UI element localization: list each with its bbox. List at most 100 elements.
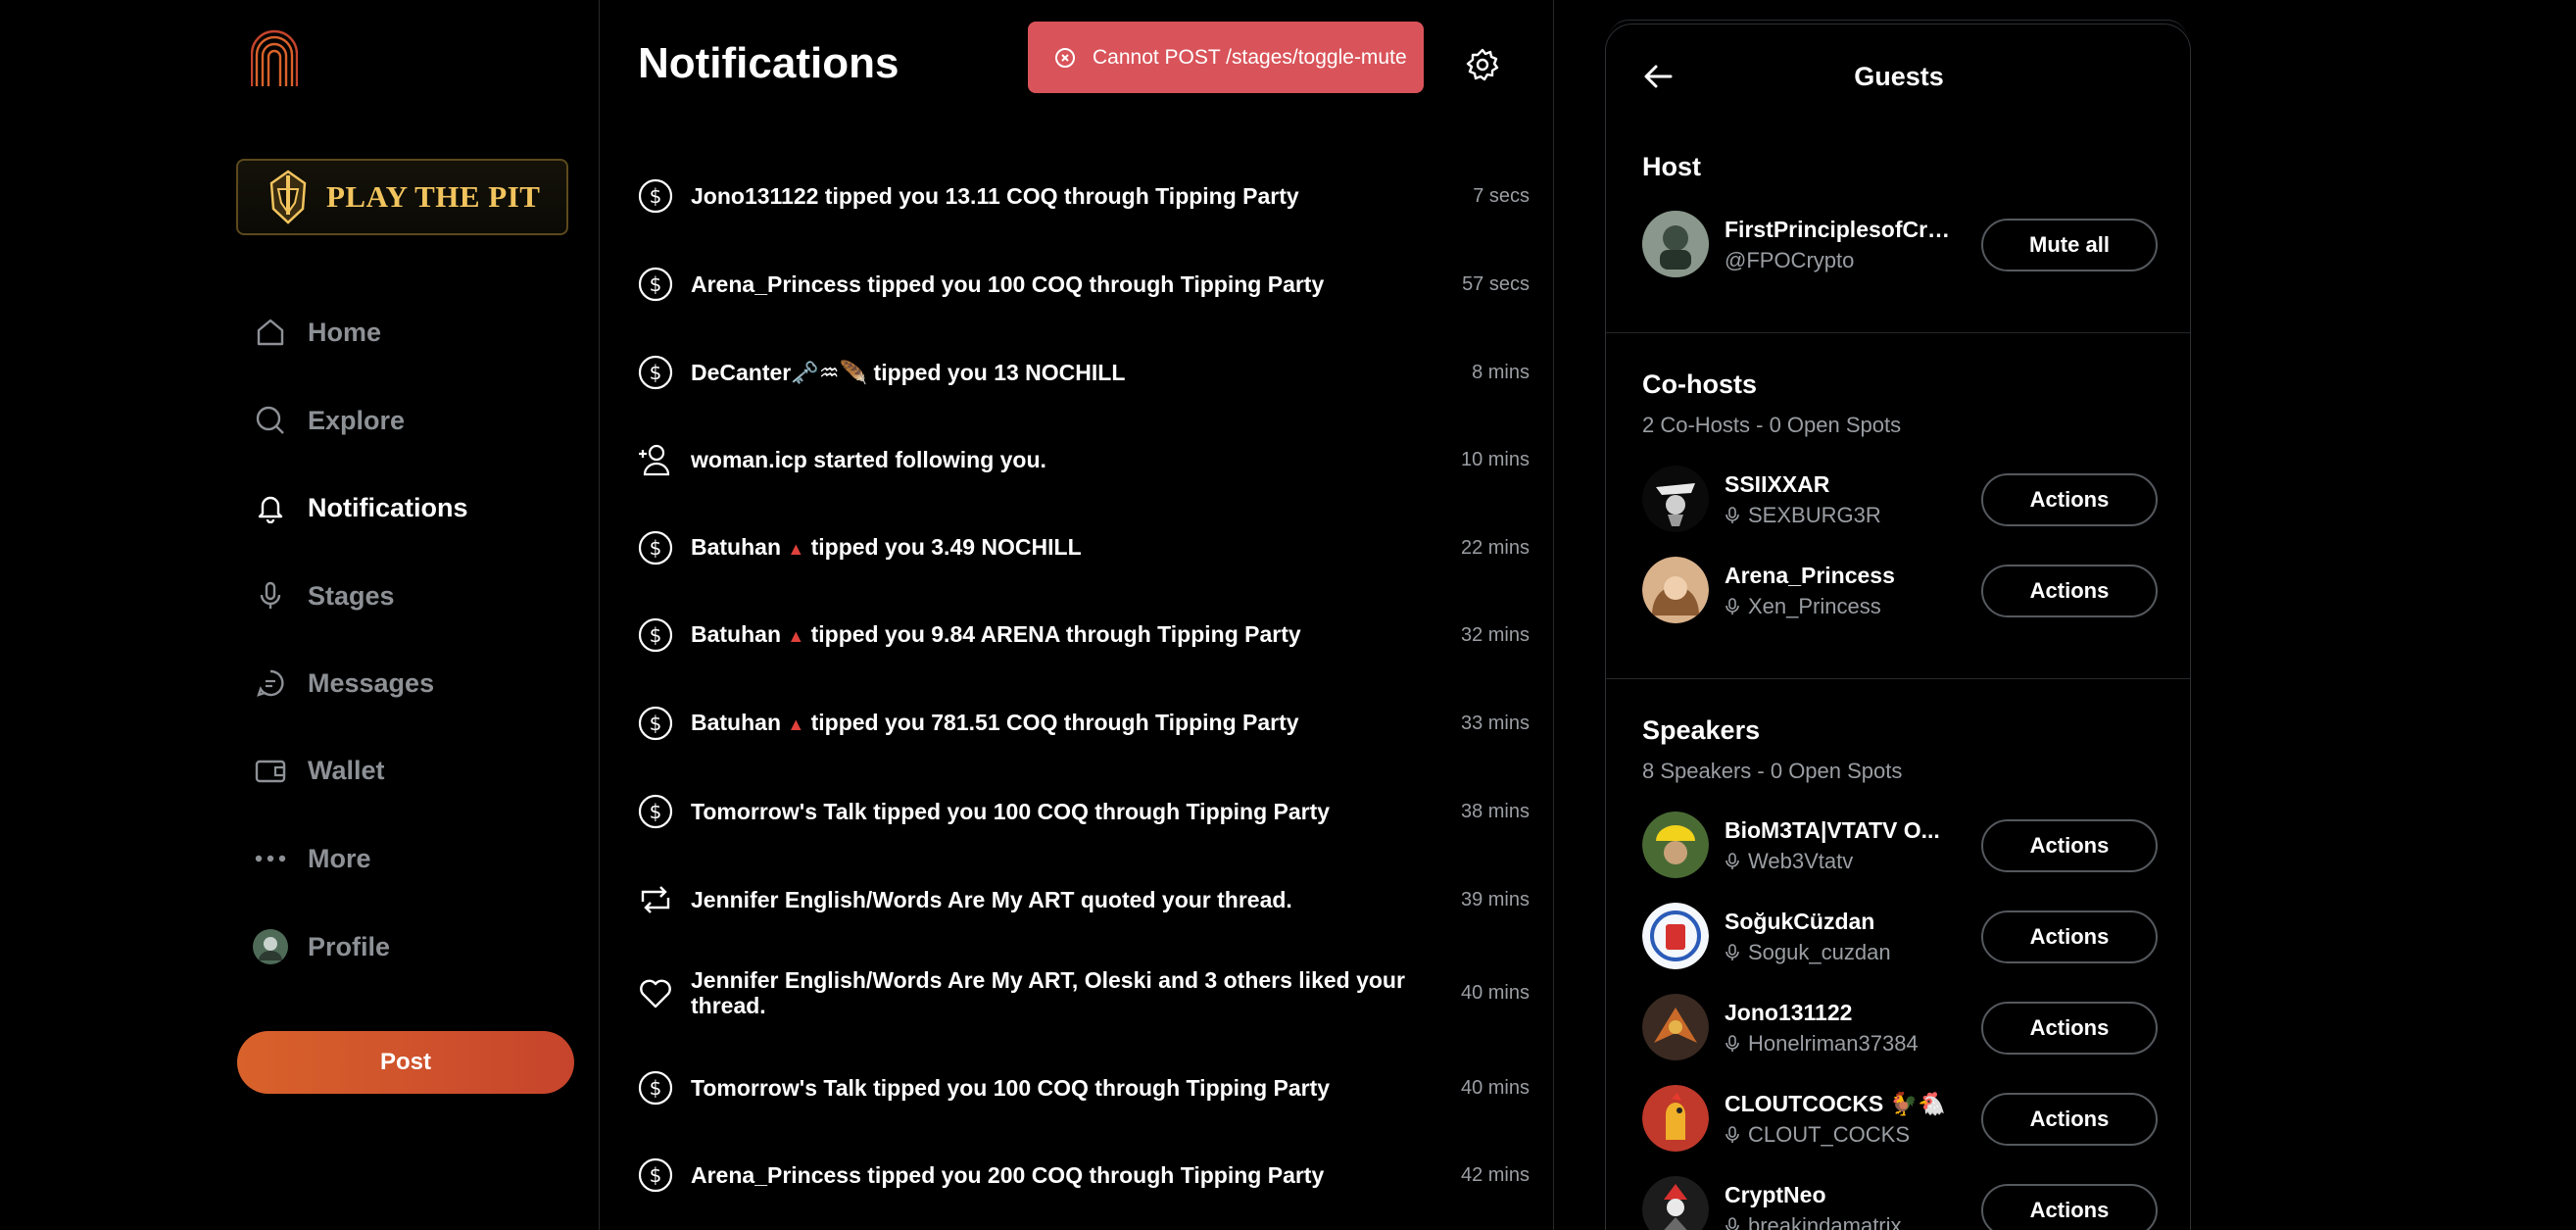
guest-handle: CLOUT_COCKS [1725, 1122, 1910, 1148]
avatar[interactable] [1642, 1085, 1709, 1152]
guest-name[interactable]: CLOUTCOCKS 🐓🐔 [1725, 1091, 1946, 1117]
nav-item-profile[interactable]: Profile [253, 922, 390, 971]
handle-text: Honelriman37384 [1748, 1031, 1919, 1056]
actions-button[interactable]: Actions [1981, 910, 2158, 963]
nav-item-explore[interactable]: Explore [253, 396, 405, 445]
notification-item[interactable]: $ Jono131122 tipped you 13.11 COQ throug… [636, 176, 1530, 216]
nav-item-stages[interactable]: Stages [253, 571, 395, 620]
nav-item-wallet[interactable]: Wallet [253, 746, 385, 795]
notification-body: tipped you 9.84 ARENA through Tipping Pa… [810, 621, 1301, 647]
mic-muted-icon [1725, 598, 1739, 615]
nav-label: More [308, 843, 371, 873]
svg-text:$: $ [650, 361, 662, 384]
svg-text:$: $ [650, 800, 662, 823]
actions-button[interactable]: Actions [1981, 1002, 2158, 1055]
avatar[interactable] [1642, 903, 1709, 969]
guest-name[interactable]: CryptNeo [1725, 1182, 1826, 1208]
host-name[interactable]: FirstPrinciplesofCry... [1725, 217, 1956, 243]
actions-button[interactable]: Actions [1981, 473, 2158, 526]
notification-text: Jono131122 tipped you 13.11 COQ through … [691, 183, 1299, 209]
actions-button[interactable]: Actions [1981, 565, 2158, 617]
nav-label: Home [308, 317, 382, 347]
notification-item[interactable]: $ Batuhan ▲ tipped you 3.49 NOCHILL 22 m… [636, 528, 1530, 567]
notification-item[interactable]: $ Tomorrow's Talk tipped you 100 COQ thr… [636, 792, 1530, 831]
play-the-pit-banner[interactable]: PLAY THE PIT [236, 159, 568, 235]
avatar[interactable] [1642, 1176, 1709, 1230]
nav-label: Stages [308, 580, 395, 611]
guest-name[interactable]: BioM3TA|VTATV O... [1725, 817, 1940, 844]
microphone-icon [253, 578, 288, 614]
guest-name[interactable]: Arena_Princess [1725, 563, 1895, 589]
guest-name[interactable]: Jono131122 [1725, 1000, 1852, 1026]
helmet-icon [269, 170, 307, 224]
notification-item[interactable]: $ DeCanter🗝️♒🪶 tipped you 13 NOCHILL 8 m… [636, 353, 1530, 392]
handle-text: SEXBURG3R [1748, 503, 1881, 527]
avatar[interactable] [1642, 557, 1709, 623]
guest-name[interactable]: SoğukCüzdan [1725, 909, 1874, 935]
divider [1606, 678, 2190, 679]
actions-button[interactable]: Actions [1981, 1184, 2158, 1230]
guest-handle: breakindamatrix [1725, 1213, 1902, 1230]
mic-muted-icon [1725, 507, 1739, 523]
cohosts-section-title: Co-hosts [1642, 369, 1757, 399]
mute-all-button[interactable]: Mute all [1981, 219, 2158, 271]
app-logo-icon[interactable] [251, 29, 298, 88]
red-triangle-icon: ▲ [787, 626, 805, 646]
speakers-subtitle: 8 Speakers - 0 Open Spots [1642, 759, 1903, 783]
nav-item-notifications[interactable]: Notifications [253, 483, 468, 532]
avatar[interactable] [1642, 994, 1709, 1060]
notification-item[interactable]: Jennifer English/Words Are My ART quoted… [636, 880, 1530, 919]
notification-time: 22 mins [1460, 536, 1530, 559]
host-section-title: Host [1642, 152, 1701, 181]
notification-item[interactable]: $ Arena_Princess tipped you 200 COQ thro… [636, 1156, 1530, 1195]
mic-muted-icon [1725, 853, 1739, 869]
post-button[interactable]: Post [237, 1031, 574, 1094]
avatar[interactable] [1642, 211, 1709, 277]
wallet-icon [253, 753, 288, 788]
promo-text: PLAY THE PIT [326, 179, 541, 214]
guest-handle: Soguk_cuzdan [1725, 940, 1891, 965]
avatar [253, 929, 288, 964]
svg-text:$: $ [650, 184, 662, 208]
error-toast[interactable]: Cannot POST /stages/toggle-mute [1028, 22, 1424, 93]
bell-icon [253, 490, 288, 525]
notification-item[interactable]: $ Tomorrow's Talk tipped you 100 COQ thr… [636, 1068, 1530, 1107]
red-triangle-icon: ▲ [787, 539, 805, 559]
notification-item[interactable]: woman.icp started following you. 10 mins [636, 440, 1530, 479]
nav-item-home[interactable]: Home [253, 308, 381, 357]
avatar[interactable] [1642, 466, 1709, 532]
svg-text:$: $ [650, 623, 662, 647]
notification-item[interactable]: $ Arena_Princess tipped you 100 COQ thro… [636, 265, 1530, 304]
avatar[interactable] [1642, 812, 1709, 878]
panel-title: Guests [1854, 62, 1944, 91]
actions-button[interactable]: Actions [1981, 1093, 2158, 1146]
dollar-icon: $ [636, 265, 675, 304]
host-handle: @FPOCrypto [1725, 248, 1855, 272]
page-title: Notifications [638, 39, 899, 87]
user-plus-icon [636, 440, 675, 479]
search-icon [253, 403, 288, 438]
notification-time: 10 mins [1460, 448, 1530, 470]
toast-message: Cannot POST /stages/toggle-mute [1093, 45, 1407, 69]
svg-text:$: $ [650, 536, 662, 560]
notification-time: 42 mins [1460, 1163, 1530, 1186]
chat-icon [253, 665, 288, 701]
notification-time: 57 secs [1462, 272, 1530, 295]
nav-label: Profile [308, 931, 391, 961]
notification-time: 8 mins [1472, 361, 1530, 383]
home-icon [253, 315, 288, 350]
gear-icon[interactable] [1465, 47, 1500, 82]
nav-item-messages[interactable]: Messages [253, 659, 434, 708]
nav-item-more[interactable]: More [253, 834, 371, 883]
divider [1606, 332, 2190, 333]
guest-name[interactable]: SSIIXXAR [1725, 471, 1829, 498]
speaker-row: SoğukCüzdan Soguk_cuzdan Actions [1642, 903, 2158, 971]
nav-label: Notifications [308, 492, 468, 522]
speaker-row: BioM3TA|VTATV O... Web3Vtatv Actions [1642, 812, 2158, 880]
notification-time: 33 mins [1460, 712, 1530, 734]
notification-item[interactable]: Jennifer English/Words Are My ART, Olesk… [636, 967, 1530, 1018]
actions-button[interactable]: Actions [1981, 819, 2158, 872]
speaker-row: CryptNeo breakindamatrix Actions [1642, 1176, 2158, 1230]
notification-item[interactable]: $ Batuhan ▲ tipped you 9.84 ARENA throug… [636, 615, 1530, 655]
notification-item[interactable]: $ Batuhan ▲ tipped you 781.51 COQ throug… [636, 704, 1530, 743]
